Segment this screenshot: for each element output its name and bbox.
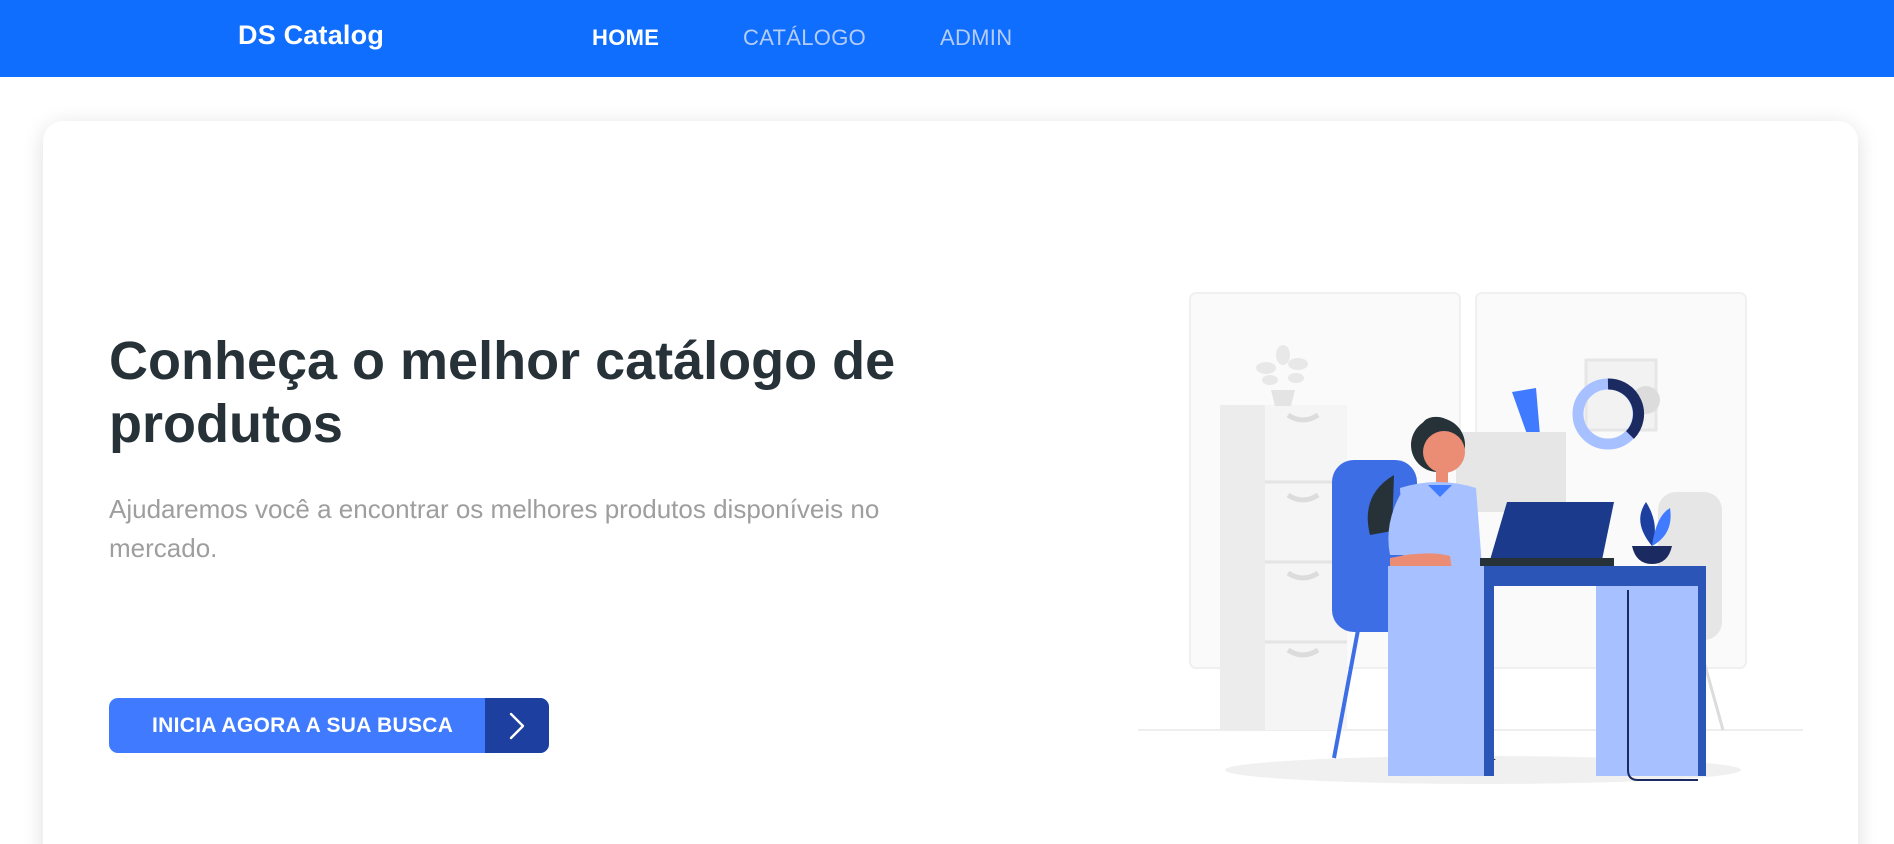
nav-link-admin[interactable]: ADMIN — [940, 25, 1012, 51]
cta-arrow-box[interactable] — [485, 698, 549, 753]
start-search-button-label: INICIA AGORA A SUA BUSCA — [152, 714, 454, 737]
start-search-button[interactable]: INICIA AGORA A SUA BUSCA — [109, 698, 549, 753]
nav-link-catalogo[interactable]: CATÁLOGO — [743, 25, 866, 51]
hero-subtitle: Ajudaremos você a encontrar os melhores … — [109, 494, 880, 563]
woman-at-desk-illustration — [1138, 292, 1803, 784]
chevron-right-icon — [509, 712, 525, 740]
top-navbar: DS Catalog HOME CATÁLOGO ADMIN — [0, 0, 1894, 77]
hero-title: Conheça o melhor catálogo de produtos — [109, 331, 896, 454]
nav-link-home[interactable]: HOME — [592, 25, 659, 51]
brand-logo[interactable]: DS Catalog — [238, 20, 384, 51]
